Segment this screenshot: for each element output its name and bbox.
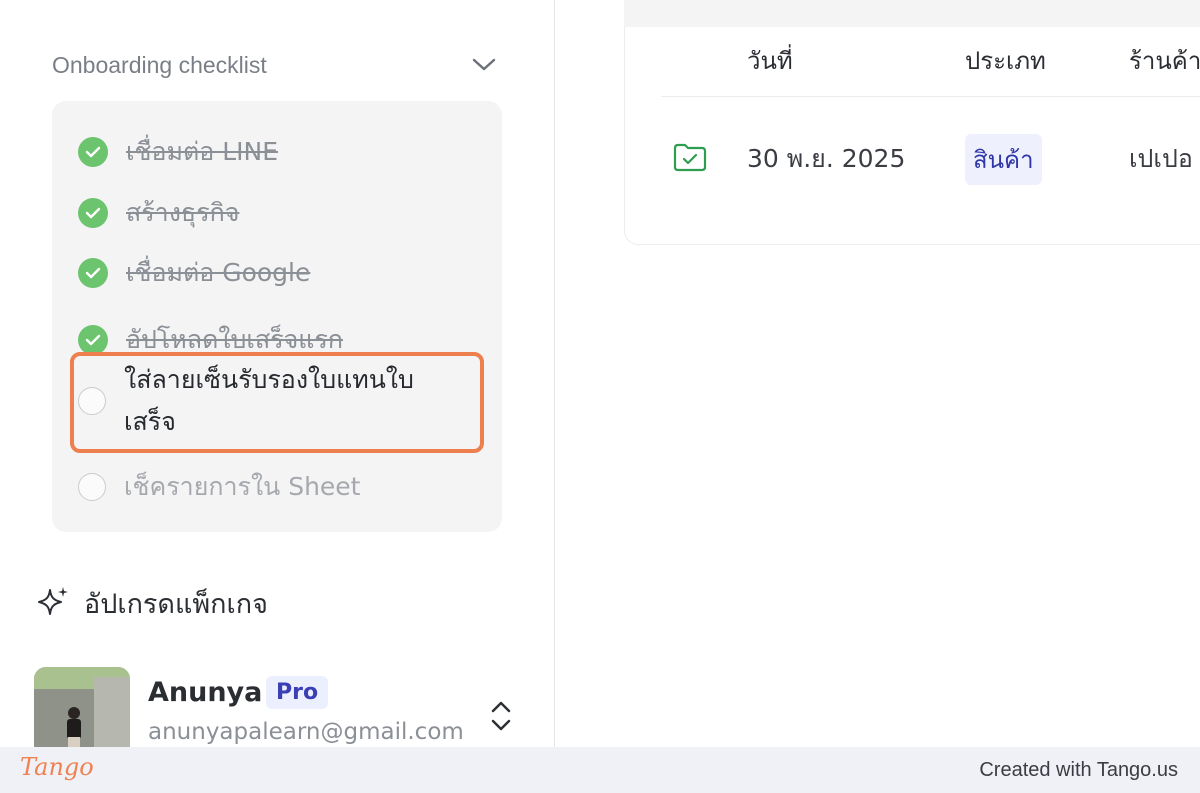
checklist-header[interactable]: Onboarding checklist [52,48,502,82]
checklist-item-check-sheet[interactable]: เช็ครายการใน Sheet [78,467,360,507]
checklist-card: เชื่อมต่อ LINE สร้างธุรกิจ เชื่อมต่อ Goo… [52,101,502,532]
tango-logo: Tango [20,753,94,781]
category-badge: สินค้า [965,134,1042,185]
header-divider [661,96,1200,97]
transactions-table: วันที่ ประเภท ร้านค้า 30 พ.ย. 2025 สินค้… [624,27,1200,245]
sparkle-icon [36,585,70,623]
created-with-text: Created with Tango.us [979,759,1178,781]
checklist-title: Onboarding checklist [52,51,267,78]
folder-check-icon [673,142,707,176]
column-header-type[interactable]: ประเภท [965,41,1046,80]
chevron-down-icon[interactable] [470,51,498,79]
check-icon [78,258,108,288]
cell-date: 30 พ.ย. 2025 [747,144,906,173]
unchecked-circle-icon [78,473,106,501]
column-header-store[interactable]: ร้านค้า [1129,41,1200,80]
upgrade-package-link[interactable]: อัปเกรดแพ็กเกจ [36,582,268,625]
checklist-item-connect-line[interactable]: เชื่อมต่อ LINE [78,132,278,172]
footer: Tango Created with Tango.us [0,747,1200,793]
checklist-item-label: สร้างธุรกิจ [126,198,240,227]
user-name: Anunya [148,677,263,708]
checklist-item-label: เชื่อมต่อ LINE [126,137,279,166]
upgrade-label: อัปเกรดแพ็กเกจ [84,589,268,620]
checklist-item-connect-google[interactable]: เชื่อมต่อ Google [78,253,310,293]
checklist-item-label: เชื่อมต่อ Google [126,258,311,287]
main-content: วันที่ ประเภท ร้านค้า 30 พ.ย. 2025 สินค้… [556,0,1200,747]
cell-store: เปเปอ [1129,144,1193,173]
avatar [34,667,130,747]
user-email: anunyapalearn@gmail.com [148,719,464,745]
step-highlight-box [70,352,484,453]
user-profile[interactable]: Anunya Pro anunyapalearn@gmail.com [34,667,524,747]
chevron-up-down-icon[interactable] [488,699,514,733]
top-strip [624,0,1200,27]
plan-badge: Pro [266,676,329,709]
check-icon [78,198,108,228]
sidebar: Onboarding checklist เชื่อมต่อ LINE สร้า… [0,0,555,747]
check-icon [78,137,108,167]
column-header-date[interactable]: วันที่ [747,41,793,80]
checklist-item-create-business[interactable]: สร้างธุรกิจ [78,193,239,233]
check-icon [78,325,108,355]
checklist-item-label: เช็ครายการใน Sheet [124,472,361,501]
